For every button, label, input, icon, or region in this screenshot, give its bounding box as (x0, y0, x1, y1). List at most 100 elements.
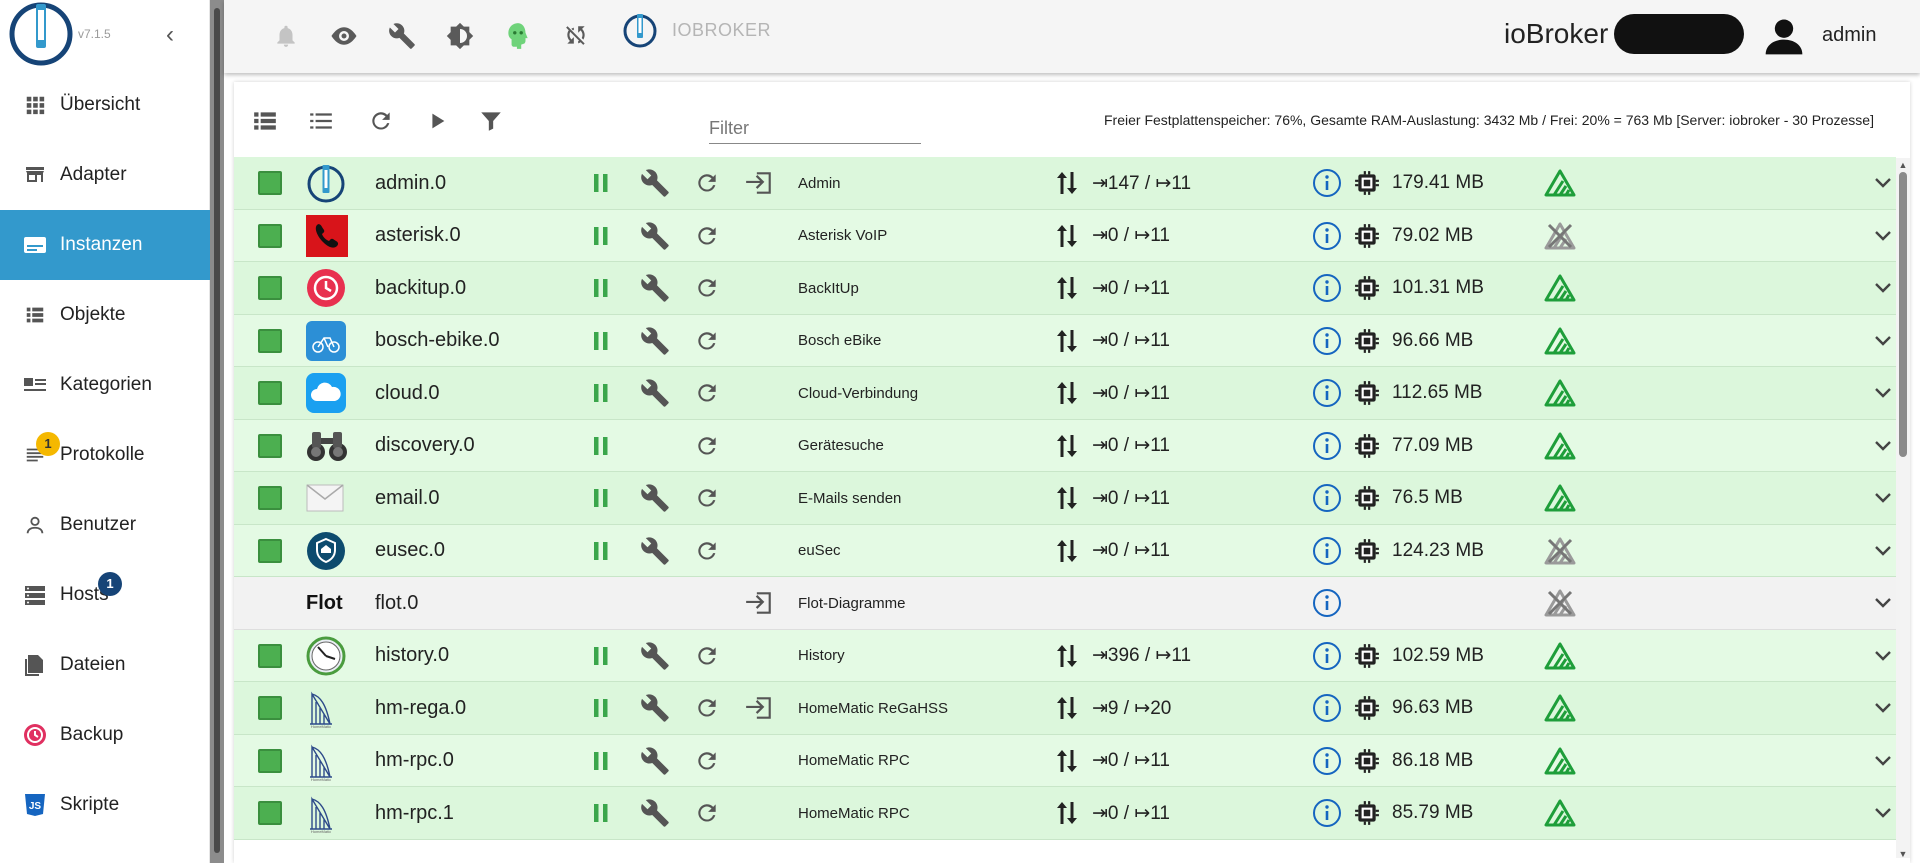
enabled-checkbox[interactable] (258, 210, 282, 262)
expand-chevron-icon[interactable] (1874, 787, 1892, 839)
pause-icon[interactable] (592, 472, 610, 524)
instance-name[interactable]: history.0 (375, 630, 449, 682)
scroll-down-arrow-icon[interactable]: ▼ (1897, 848, 1909, 860)
pause-icon[interactable] (592, 525, 610, 577)
expand-chevron-icon[interactable] (1874, 682, 1892, 734)
info-icon[interactable] (1312, 472, 1342, 524)
expand-chevron-icon[interactable] (1874, 210, 1892, 262)
restart-icon[interactable] (694, 630, 720, 682)
restart-icon[interactable] (694, 157, 720, 209)
sidebar-item-dateien[interactable]: Dateien (0, 630, 210, 700)
pause-icon[interactable] (592, 367, 610, 419)
sidebar-item-kategorien[interactable]: Kategorien (0, 350, 210, 420)
view-list-icon[interactable] (248, 104, 282, 138)
user-avatar-icon[interactable] (1762, 14, 1806, 58)
instance-name[interactable]: backitup.0 (375, 262, 466, 314)
sidebar-item-hosts[interactable]: Hosts 1 (0, 560, 210, 630)
open-web-icon[interactable] (744, 682, 774, 734)
restart-icon[interactable] (694, 682, 720, 734)
info-icon[interactable] (1312, 787, 1342, 839)
table-row[interactable]: HomeMatic hm-rega.0 HomeMatic ReGaHSS ⇥9 / … (234, 682, 1896, 735)
pause-icon[interactable] (592, 787, 610, 839)
expert-mode-icon[interactable] (500, 18, 536, 54)
instance-name[interactable]: eusec.0 (375, 525, 445, 577)
pause-icon[interactable] (592, 420, 610, 472)
enabled-checkbox[interactable] (258, 472, 282, 524)
restart-icon[interactable] (694, 735, 720, 787)
settings-wrench-icon[interactable] (640, 787, 670, 839)
table-row[interactable]: Flot flot.0 Flot-Diagramme (234, 577, 1896, 630)
info-icon[interactable] (1312, 262, 1342, 314)
sidebar-item-adapter[interactable]: Adapter (0, 140, 210, 210)
table-row[interactable]: asterisk.0 Asterisk VoIP ⇥0 / ↦11 79.02 MB (234, 209, 1896, 262)
wrench-icon[interactable] (384, 18, 420, 54)
info-icon[interactable] (1312, 682, 1342, 734)
expand-chevron-icon[interactable] (1874, 367, 1892, 419)
sidebar-item--bersicht[interactable]: Übersicht (0, 70, 210, 140)
settings-wrench-icon[interactable] (640, 262, 670, 314)
pause-icon[interactable] (592, 682, 610, 734)
expand-chevron-icon[interactable] (1874, 420, 1892, 472)
brightness-icon[interactable] (442, 18, 478, 54)
restart-icon[interactable] (694, 525, 720, 577)
enabled-checkbox[interactable] (258, 525, 282, 577)
sidebar-scroll-thumb[interactable] (214, 8, 220, 853)
settings-wrench-icon[interactable] (640, 472, 670, 524)
enabled-checkbox[interactable] (258, 262, 282, 314)
eye-icon[interactable] (326, 18, 362, 54)
collapse-sidebar-chevron-icon[interactable]: ‹ (158, 20, 182, 50)
table-row[interactable]: email.0 E-Mails senden ⇥0 / ↦11 76.5 MB (234, 472, 1896, 525)
open-web-icon[interactable] (744, 577, 774, 629)
settings-wrench-icon[interactable] (640, 735, 670, 787)
info-icon[interactable] (1312, 735, 1342, 787)
enabled-checkbox[interactable] (258, 420, 282, 472)
settings-wrench-icon[interactable] (640, 682, 670, 734)
expand-chevron-icon[interactable] (1874, 472, 1892, 524)
filter-icon[interactable] (474, 104, 508, 138)
expand-chevron-icon[interactable] (1874, 735, 1892, 787)
expand-chevron-icon[interactable] (1874, 577, 1892, 629)
table-row[interactable]: cloud.0 Cloud-Verbindung ⇥0 / ↦11 112.65 MB (234, 367, 1896, 420)
pause-icon[interactable] (592, 157, 610, 209)
enabled-checkbox[interactable] (258, 787, 282, 839)
table-row[interactable]: admin.0 Admin ⇥147 / ↦11 179.41 MB (234, 157, 1896, 210)
instance-name[interactable]: discovery.0 (375, 420, 475, 472)
info-icon[interactable] (1312, 367, 1342, 419)
enabled-checkbox[interactable] (258, 682, 282, 734)
table-row[interactable]: eusec.0 euSec ⇥0 / ↦11 124.23 MB (234, 524, 1896, 577)
restart-icon[interactable] (694, 420, 720, 472)
restart-icon[interactable] (694, 315, 720, 367)
settings-wrench-icon[interactable] (640, 157, 670, 209)
instance-name[interactable]: hm-rpc.0 (375, 735, 454, 787)
table-row[interactable]: HomeMatic hm-rpc.1 HomeMatic RPC ⇥0 / ↦11 85… (234, 787, 1896, 840)
instance-name[interactable]: bosch-ebike.0 (375, 315, 500, 367)
filter-input[interactable] (709, 112, 921, 139)
table-row[interactable]: HomeMatic hm-rpc.0 HomeMatic RPC ⇥0 / ↦11 86… (234, 734, 1896, 787)
restart-icon[interactable] (694, 472, 720, 524)
settings-wrench-icon[interactable] (640, 315, 670, 367)
instance-name[interactable]: admin.0 (375, 157, 446, 209)
sidebar-item-backup[interactable]: Backup (0, 700, 210, 770)
pause-icon[interactable] (592, 262, 610, 314)
enabled-checkbox[interactable] (258, 630, 282, 682)
expand-chevron-icon[interactable] (1874, 262, 1892, 314)
sidebar-item-skripte[interactable]: JS Skripte (0, 770, 210, 840)
sync-disabled-icon[interactable] (558, 18, 594, 54)
pause-icon[interactable] (592, 315, 610, 367)
sidebar-item-instanzen[interactable]: Instanzen (0, 210, 210, 280)
expand-chevron-icon[interactable] (1874, 157, 1892, 209)
restart-icon[interactable] (694, 210, 720, 262)
instance-name[interactable]: email.0 (375, 472, 439, 524)
play-icon[interactable] (420, 104, 454, 138)
instance-name[interactable]: cloud.0 (375, 367, 440, 419)
open-web-icon[interactable] (744, 157, 774, 209)
settings-wrench-icon[interactable] (640, 367, 670, 419)
table-row[interactable]: backitup.0 BackItUp ⇥0 / ↦11 101.31 MB (234, 262, 1896, 315)
pause-icon[interactable] (592, 735, 610, 787)
bell-icon[interactable] (268, 18, 304, 54)
sidebar-item-objekte[interactable]: Objekte (0, 280, 210, 350)
pause-icon[interactable] (592, 630, 610, 682)
table-row[interactable]: bosch-ebike.0 Bosch eBike ⇥0 / ↦11 96.66 MB (234, 314, 1896, 367)
settings-wrench-icon[interactable] (640, 210, 670, 262)
scroll-up-arrow-icon[interactable]: ▲ (1897, 159, 1909, 171)
